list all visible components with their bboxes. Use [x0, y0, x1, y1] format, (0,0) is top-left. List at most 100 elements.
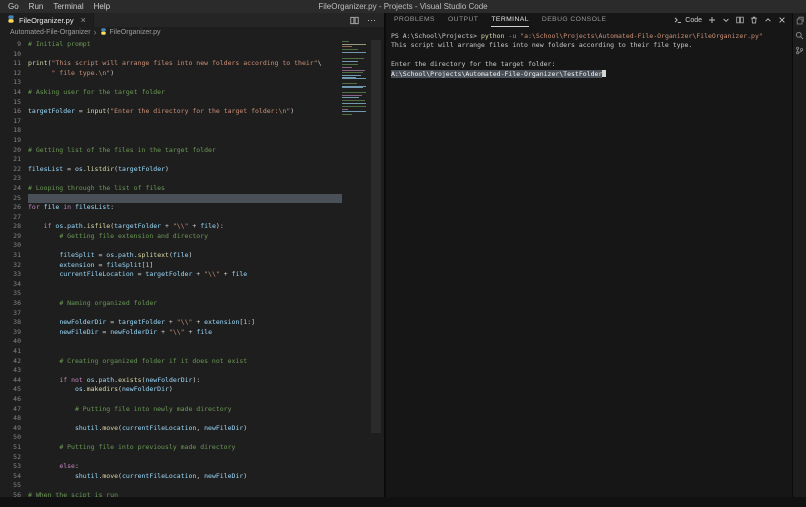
line-number[interactable]: 23 [0, 174, 21, 184]
line-number[interactable]: 28 [0, 222, 21, 232]
split-editor-icon[interactable] [350, 16, 359, 25]
minimap[interactable] [342, 40, 368, 497]
code-line[interactable] [28, 366, 342, 376]
code-line[interactable]: if not os.path.exists(newFolderDir): [28, 376, 342, 386]
close-tab-icon[interactable]: × [81, 15, 86, 25]
code-line[interactable]: filesList = os.listdir(targetFolder) [28, 165, 342, 175]
code-line[interactable]: # Creating organized folder if it does n… [28, 357, 342, 367]
line-number[interactable]: 37 [0, 309, 21, 319]
tab-problems[interactable]: PROBLEMS [394, 14, 435, 27]
line-number[interactable]: 43 [0, 366, 21, 376]
line-number[interactable]: 14 [0, 88, 21, 98]
breadcrumb-file[interactable]: FileOrganizer.py [110, 29, 161, 36]
line-number[interactable]: 49 [0, 424, 21, 434]
line-number[interactable]: 16 [0, 107, 21, 117]
code-line[interactable] [28, 136, 342, 146]
code-line[interactable]: fileSplit = os.path.splitext(file) [28, 251, 342, 261]
line-number[interactable]: 44 [0, 376, 21, 386]
code-line[interactable]: " file type.\n") [28, 69, 342, 79]
code-line[interactable] [28, 337, 342, 347]
code-line[interactable]: if os.path.isfile(targetFolder + "\\" + … [28, 222, 342, 232]
line-number[interactable]: 51 [0, 443, 21, 453]
line-number[interactable]: 13 [0, 78, 21, 88]
line-number[interactable]: 18 [0, 126, 21, 136]
code-line[interactable]: # Putting file into newly made directory [28, 405, 342, 415]
tab-output[interactable]: OUTPUT [448, 14, 478, 27]
code-line[interactable]: currentFileLocation = targetFolder + "\\… [28, 270, 342, 280]
scrollbar-thumb[interactable] [371, 40, 381, 434]
new-terminal-button[interactable] [708, 16, 716, 24]
code-line[interactable]: else: [28, 462, 342, 472]
line-number[interactable]: 35 [0, 289, 21, 299]
line-number[interactable]: 11 [0, 59, 21, 69]
kill-terminal-icon[interactable] [750, 16, 758, 24]
code-line-highlighted[interactable] [28, 193, 342, 204]
line-number[interactable]: 42 [0, 357, 21, 367]
code-line[interactable]: newFolderDir = targetFolder + "\\" + ext… [28, 318, 342, 328]
line-number[interactable]: 32 [0, 261, 21, 271]
code-line[interactable] [28, 309, 342, 319]
source-control-icon[interactable] [795, 46, 804, 55]
code-line[interactable]: for file in filesList: [28, 203, 342, 213]
line-number[interactable]: 48 [0, 414, 21, 424]
code-line[interactable]: targetFolder = input("Enter the director… [28, 107, 342, 117]
line-number[interactable]: 22 [0, 165, 21, 175]
breadcrumb-folder[interactable]: Automated-File-Organizer [10, 29, 91, 36]
code-line[interactable] [28, 241, 342, 251]
code-line[interactable]: # Putting file into previously made dire… [28, 443, 342, 453]
line-number[interactable]: 39 [0, 328, 21, 338]
terminal-profile[interactable]: Code [674, 16, 702, 24]
code-line[interactable]: # Looping through the list of files [28, 184, 342, 194]
code-line[interactable]: # Getting list of the files in the targe… [28, 146, 342, 156]
line-number[interactable]: 21 [0, 155, 21, 165]
code-line[interactable]: print("This script will arrange files in… [28, 59, 342, 69]
line-number[interactable]: 29 [0, 232, 21, 242]
code-line[interactable] [28, 280, 342, 290]
code-line[interactable]: # When the scipt is run [28, 491, 342, 497]
code-line[interactable] [28, 213, 342, 223]
tab-debug-console[interactable]: DEBUG CONSOLE [542, 14, 607, 27]
line-number[interactable]: 54 [0, 472, 21, 482]
code-line[interactable] [28, 98, 342, 108]
tab-fileorganizer[interactable]: FileOrganizer.py × [0, 13, 94, 27]
code-line[interactable]: # Naming organized folder [28, 299, 342, 309]
line-number[interactable]: 33 [0, 270, 21, 280]
terminal-dropdown-chevron-icon[interactable] [722, 16, 730, 24]
explorer-icon[interactable] [795, 16, 804, 25]
line-number[interactable]: 20 [0, 146, 21, 156]
line-number[interactable]: 27 [0, 213, 21, 223]
code-line[interactable] [28, 481, 342, 491]
terminal-output[interactable]: PS A:\School\Projects> python -u "a:\Sch… [386, 27, 792, 497]
code-line[interactable] [28, 50, 342, 60]
code-line[interactable] [28, 433, 342, 443]
menu-terminal[interactable]: Terminal [48, 0, 88, 13]
line-number[interactable]: 41 [0, 347, 21, 357]
code-line[interactable] [28, 155, 342, 165]
line-number[interactable]: 46 [0, 395, 21, 405]
code-line[interactable] [28, 347, 342, 357]
code-line[interactable] [28, 395, 342, 405]
more-actions-icon[interactable]: ⋯ [367, 15, 376, 25]
code-editor[interactable]: 9 10 11 12 13 14 15 16 17 18 19 20 21 22 23 24 25 26 27 28 2… [0, 38, 384, 497]
editor-scrollbar[interactable] [368, 40, 384, 497]
code-line[interactable] [28, 117, 342, 127]
menu-help[interactable]: Help [89, 0, 115, 13]
code-line[interactable]: # Initial prompt [28, 40, 342, 50]
line-number[interactable]: 56 [0, 491, 21, 497]
code-line[interactable] [28, 414, 342, 424]
code-line[interactable] [28, 126, 342, 136]
menu-run[interactable]: Run [24, 0, 49, 13]
code-line[interactable]: shutil.move(currentFileLocation, newFile… [28, 472, 342, 482]
search-icon[interactable] [795, 31, 804, 40]
line-number[interactable]: 25 [0, 194, 21, 204]
line-number[interactable]: 17 [0, 117, 21, 127]
code-line[interactable]: extension = fileSplit[1] [28, 261, 342, 271]
line-number[interactable]: 36 [0, 299, 21, 309]
line-number[interactable]: 53 [0, 462, 21, 472]
line-number[interactable]: 24 [0, 184, 21, 194]
line-number[interactable]: 50 [0, 433, 21, 443]
code-line[interactable]: # Getting file extension and directory [28, 232, 342, 242]
code-line[interactable]: newFileDir = newFolderDir + "\\" + file [28, 328, 342, 338]
code-line[interactable] [28, 289, 342, 299]
tab-terminal[interactable]: TERMINAL [491, 14, 529, 27]
